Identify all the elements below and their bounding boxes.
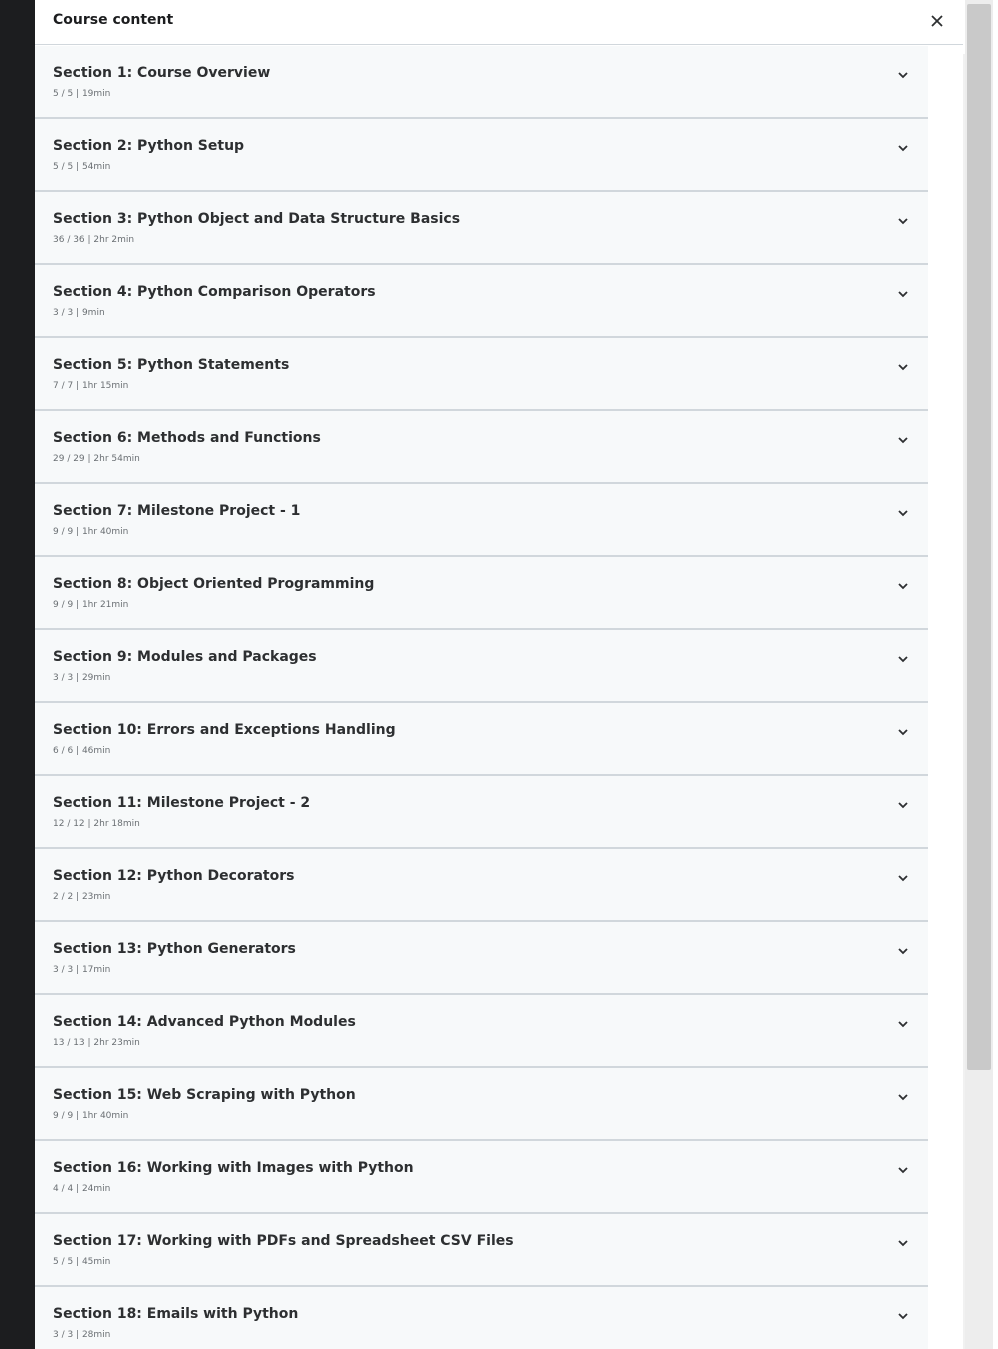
- panel-title: Course content: [53, 12, 174, 28]
- chevron-down-icon[interactable]: [896, 1236, 910, 1250]
- section-meta: 12 / 12 | 2hr 18min: [53, 819, 140, 829]
- section-item[interactable]: Section 14: Advanced Python Modules 13 / …: [35, 995, 928, 1068]
- app-frame: Course content Section 1: Course Overvie…: [0, 0, 998, 1349]
- chevron-down-icon[interactable]: [896, 214, 910, 228]
- section-title: Section 16: Working with Images with Pyt…: [53, 1160, 414, 1176]
- section-title: Section 5: Python Statements: [53, 357, 290, 373]
- section-title: Section 17: Working with PDFs and Spread…: [53, 1233, 514, 1249]
- chevron-down-icon[interactable]: [896, 871, 910, 885]
- section-item[interactable]: Section 7: Milestone Project - 1 9 / 9 | …: [35, 484, 928, 557]
- section-item[interactable]: Section 6: Methods and Functions 29 / 29 …: [35, 411, 928, 484]
- section-title: Section 12: Python Decorators: [53, 868, 295, 884]
- chevron-down-icon[interactable]: [896, 360, 910, 374]
- section-item[interactable]: Section 12: Python Decorators 2 / 2 | 23m…: [35, 849, 928, 922]
- section-meta: 3 / 3 | 28min: [53, 1330, 111, 1340]
- section-meta: 9 / 9 | 1hr 40min: [53, 527, 129, 537]
- section-meta: 3 / 3 | 17min: [53, 965, 111, 975]
- section-title: Section 9: Modules and Packages: [53, 649, 317, 665]
- section-title: Section 1: Course Overview: [53, 65, 271, 81]
- section-title: Section 11: Milestone Project - 2: [53, 795, 311, 811]
- section-meta: 29 / 29 | 2hr 54min: [53, 454, 140, 464]
- chevron-down-icon[interactable]: [896, 652, 910, 666]
- page-scrollbar[interactable]: [965, 0, 993, 1349]
- section-item[interactable]: Section 17: Working with PDFs and Spread…: [35, 1214, 928, 1287]
- chevron-down-icon[interactable]: [896, 433, 910, 447]
- section-item[interactable]: Section 5: Python Statements 7 / 7 | 1hr …: [35, 338, 928, 411]
- chevron-down-icon[interactable]: [896, 725, 910, 739]
- section-item[interactable]: Section 16: Working with Images with Pyt…: [35, 1141, 928, 1214]
- course-content-panel: Course content Section 1: Course Overvie…: [35, 0, 993, 1349]
- section-item[interactable]: Section 9: Modules and Packages 3 / 3 | 2…: [35, 630, 928, 703]
- close-button[interactable]: [921, 6, 953, 36]
- section-meta: 5 / 5 | 45min: [53, 1257, 111, 1267]
- section-meta: 7 / 7 | 1hr 15min: [53, 381, 129, 391]
- close-icon: [931, 15, 943, 27]
- chevron-down-icon[interactable]: [896, 506, 910, 520]
- section-meta: 5 / 5 | 54min: [53, 162, 111, 172]
- chevron-down-icon[interactable]: [896, 1017, 910, 1031]
- section-meta: 36 / 36 | 2hr 2min: [53, 235, 135, 245]
- chevron-down-icon[interactable]: [896, 944, 910, 958]
- section-title: Section 15: Web Scraping with Python: [53, 1087, 356, 1103]
- chevron-down-icon[interactable]: [896, 579, 910, 593]
- left-sidebar-strip: [0, 0, 35, 1349]
- section-item[interactable]: Section 13: Python Generators 3 / 3 | 17m…: [35, 922, 928, 995]
- section-title: Section 3: Python Object and Data Struct…: [53, 211, 461, 227]
- section-title: Section 8: Object Oriented Programming: [53, 576, 375, 592]
- section-meta: 13 / 13 | 2hr 23min: [53, 1038, 140, 1048]
- section-meta: 2 / 2 | 23min: [53, 892, 111, 902]
- chevron-down-icon[interactable]: [896, 798, 910, 812]
- section-item[interactable]: Section 2: Python Setup 5 / 5 | 54min: [35, 119, 928, 192]
- section-title: Section 4: Python Comparison Operators: [53, 284, 376, 300]
- chevron-down-icon[interactable]: [896, 68, 910, 82]
- section-title: Section 7: Milestone Project - 1: [53, 503, 301, 519]
- section-meta: 9 / 9 | 1hr 21min: [53, 600, 129, 610]
- section-meta: 6 / 6 | 46min: [53, 746, 111, 756]
- section-list: Section 1: Course Overview 5 / 5 | 19min S…: [35, 46, 928, 1349]
- section-item[interactable]: Section 4: Python Comparison Operators 3 …: [35, 265, 928, 338]
- section-meta: 3 / 3 | 9min: [53, 308, 105, 318]
- section-item[interactable]: Section 1: Course Overview 5 / 5 | 19min: [35, 46, 928, 119]
- section-meta: 9 / 9 | 1hr 40min: [53, 1111, 129, 1121]
- section-title: Section 18: Emails with Python: [53, 1306, 299, 1322]
- chevron-down-icon[interactable]: [896, 1163, 910, 1177]
- section-item[interactable]: Section 15: Web Scraping with Python 9 / …: [35, 1068, 928, 1141]
- section-title: Section 10: Errors and Exceptions Handli…: [53, 722, 396, 738]
- panel-header: Course content: [35, 0, 963, 45]
- section-item[interactable]: Section 18: Emails with Python 3 / 3 | 28…: [35, 1287, 928, 1349]
- chevron-down-icon[interactable]: [896, 1090, 910, 1104]
- section-meta: 5 / 5 | 19min: [53, 89, 111, 99]
- section-title: Section 2: Python Setup: [53, 138, 245, 154]
- page-scrollbar-thumb[interactable]: [967, 4, 991, 1070]
- section-item[interactable]: Section 8: Object Oriented Programming 9 …: [35, 557, 928, 630]
- section-title: Section 6: Methods and Functions: [53, 430, 321, 446]
- chevron-down-icon[interactable]: [896, 1309, 910, 1323]
- section-meta: 3 / 3 | 29min: [53, 673, 111, 683]
- chevron-down-icon[interactable]: [896, 287, 910, 301]
- section-item[interactable]: Section 3: Python Object and Data Struct…: [35, 192, 928, 265]
- chevron-down-icon[interactable]: [896, 141, 910, 155]
- window-edge: [993, 0, 998, 1349]
- section-title: Section 14: Advanced Python Modules: [53, 1014, 356, 1030]
- section-title: Section 13: Python Generators: [53, 941, 296, 957]
- section-meta: 4 / 4 | 24min: [53, 1184, 111, 1194]
- section-item[interactable]: Section 10: Errors and Exceptions Handli…: [35, 703, 928, 776]
- section-item[interactable]: Section 11: Milestone Project - 2 12 / 12…: [35, 776, 928, 849]
